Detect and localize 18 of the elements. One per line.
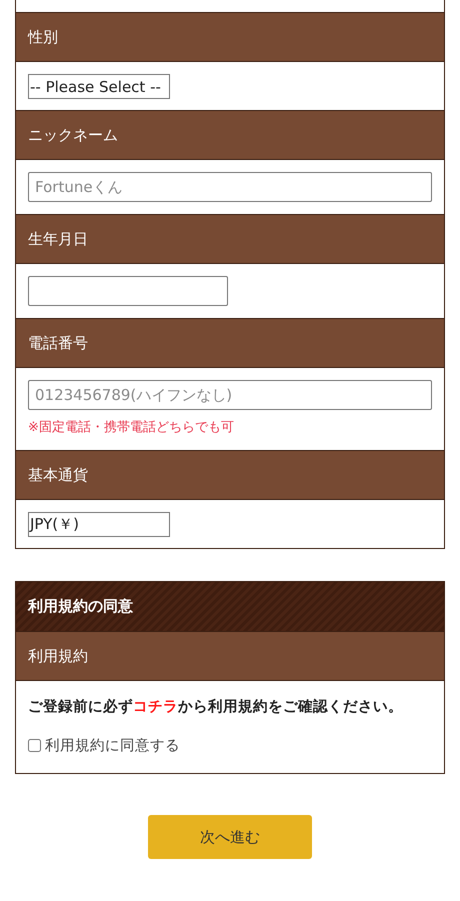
field-label: 利用規約 bbox=[16, 631, 444, 681]
field-note: ※固定電話・携帯電話どちらでも可 bbox=[28, 419, 235, 437]
text-field[interactable]: Fortuneくん bbox=[28, 172, 432, 202]
field-label: 性別 bbox=[16, 12, 444, 62]
field-label: 生年月日 bbox=[16, 214, 444, 264]
terms-link[interactable]: コチラ bbox=[133, 699, 178, 715]
select-field[interactable]: JPY(￥) bbox=[28, 512, 170, 537]
field-label: ニックネーム bbox=[16, 110, 444, 160]
select-field[interactable]: -- Please Select -- bbox=[28, 74, 170, 99]
text-field[interactable]: 0123456789(ハイフンなし) bbox=[28, 380, 432, 410]
field-label: 基本通貨 bbox=[16, 450, 444, 500]
section-title: 利用規約の同意 bbox=[16, 582, 444, 631]
terms-notice: ご登録前に必ずコチラから利用規約をご確認ください。 bbox=[28, 698, 404, 716]
date-field[interactable] bbox=[28, 276, 228, 306]
next-button[interactable]: 次へ進む bbox=[148, 815, 312, 859]
checkbox-label: 利用規約に同意する bbox=[45, 737, 180, 755]
field-label: 電話番号 bbox=[16, 318, 444, 368]
agree-checkbox[interactable] bbox=[28, 739, 41, 752]
